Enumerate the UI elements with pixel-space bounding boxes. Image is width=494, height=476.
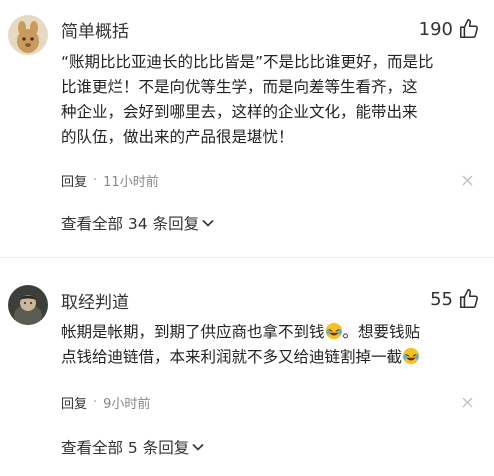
comment-line: 比谁更烂！不是向优等生学，而是向差等生看齐，这 [61, 78, 418, 96]
comment-body: 帐期是帐期，到期了供应商也拿不到钱 。想要钱贴 点钱给迪链借，本来利润就不多又给… [61, 320, 481, 370]
like-button[interactable]: 55 [430, 288, 480, 310]
meta-separator: · [93, 173, 98, 188]
comment-line: “账期比比亚迪长的比比皆是”不是比比谁更好，而是比 [61, 53, 434, 71]
view-replies-label: 查看全部 34 条回复 [61, 215, 200, 233]
like-count: 55 [430, 288, 453, 310]
comment-text: 帐期是帐期，到期了供应商也拿不到钱 [61, 323, 325, 341]
view-replies-label: 查看全部 5 条回复 [61, 439, 190, 457]
comment-line: 种企业，会好到哪里去，这样的企业文化，能带出来 [61, 103, 418, 121]
comment-text: 点钱给迪链借，本来利润就不多又给迪链割掉一截 [61, 348, 403, 366]
like-button[interactable]: 190 [419, 18, 480, 40]
avatar[interactable] [8, 15, 48, 55]
timestamp: 11小时前 [103, 175, 159, 190]
reply-button[interactable]: 回复 [61, 171, 87, 190]
reply-button[interactable]: 回复 [61, 393, 87, 412]
comment-line: 的队伍，做出来的产品很是堪忧！ [61, 128, 294, 146]
comment-meta: 回复 · 11小时前 [61, 171, 159, 190]
laughing-crying-emoji-icon [325, 322, 342, 340]
laughing-crying-emoji-icon [402, 347, 420, 365]
comment-meta: 回复 · 9小时前 [61, 393, 150, 412]
comment-text: 。想要钱贴 [342, 323, 421, 341]
comment-line: 帐期是帐期，到期了供应商也拿不到钱 。想要钱贴 [61, 320, 481, 345]
comment-line: 点钱给迪链借，本来利润就不多又给迪链割掉一截 [61, 345, 481, 370]
username[interactable]: 简单概括 [61, 17, 129, 42]
avatar[interactable] [8, 285, 48, 325]
like-count: 190 [418, 18, 453, 40]
view-all-replies-link[interactable]: 查看全部 34 条回复 [61, 212, 214, 234]
chevron-down-icon [202, 219, 214, 227]
chevron-down-icon [192, 443, 204, 451]
thumbs-up-icon[interactable] [458, 18, 480, 40]
thumbs-up-icon[interactable] [458, 288, 480, 310]
meta-separator: · [93, 395, 98, 410]
comment-body: “账期比比亚迪长的比比皆是”不是比比谁更好，而是比 比谁更烂！不是向优等生学，而… [61, 50, 481, 150]
close-icon[interactable] [462, 397, 473, 408]
username[interactable]: 取经判道 [61, 288, 129, 313]
timestamp: 9小时前 [103, 397, 151, 412]
close-icon[interactable] [462, 175, 473, 186]
view-all-replies-link[interactable]: 查看全部 5 条回复 [61, 436, 204, 458]
divider [0, 257, 494, 258]
